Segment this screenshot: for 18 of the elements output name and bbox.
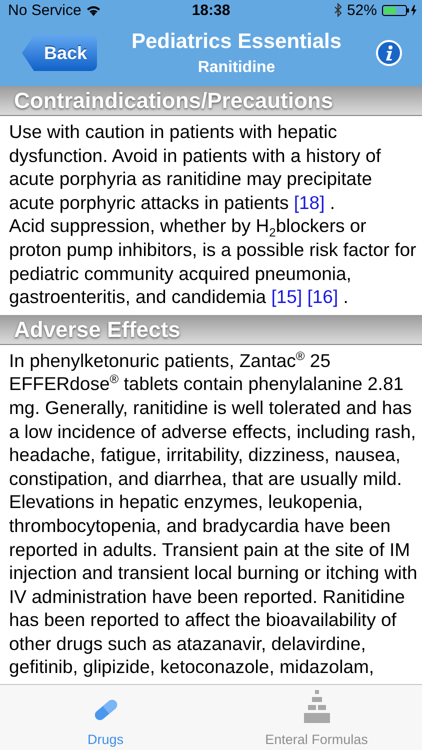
- paragraph: In phenylketonuric patients, Zantac$^{®}$ 25 EFFERdose$^{®}$ tablets contain phenylalanine 2.81 mg. Generally, ranitidine is well tolerated and has a low incidence of adverse effects, including rash, headache, fatigue, irritability, dizziness, nausea, constipation, and diarrhea, that are usually mild. Elevations in hepatic enzymes, leukopenia, thrombocytopenia, and bradycardia have been reported in adults. Transient pain at the site of IM injection and transient local burning or itching with IV administration have been reported. Ranitidine has been reported to affect the bioavailability of other drugs such as atazanavir, delavirdine, gefitinib, glipizide, ketoconazole, midazolam,: [9, 348, 418, 680]
- battery-percentage: 52%: [346, 2, 377, 18]
- app-title: Pediatrics Essentials: [131, 30, 342, 54]
- wifi-icon: [86, 4, 102, 16]
- carrier-name: No Service: [8, 2, 82, 18]
- reference-link[interactable]: [16]: [307, 286, 338, 308]
- paragraph: Acid suppression, whether by H$_{2}$blockers or proton pump inhibitors, is a possible risk factor for pediatric community acquired pneumonia, gastroenteritis, and candidemia [15] [16] .: [9, 214, 418, 309]
- clock-time: 18:38: [192, 2, 230, 18]
- reference-link[interactable]: [18]: [294, 192, 325, 213]
- section-header: Contraindications/Precautions: [0, 86, 422, 116]
- bluetooth-icon: [334, 3, 342, 17]
- battery-icon: [382, 4, 418, 16]
- section-header: Adverse Effects: [0, 314, 422, 345]
- back-button[interactable]: Back: [22, 35, 98, 71]
- paragraph: Use with caution in patients with hepatic dysfunction. Avoid in patients with a history of acute porphyria as ranitidine may precipitate acute porphyric attacks in patients [18] .: [9, 120, 382, 214]
- drug-subtitle: Ranitidine: [198, 58, 276, 76]
- info-icon[interactable]: [376, 40, 402, 66]
- reference-link[interactable]: [15]: [271, 286, 302, 308]
